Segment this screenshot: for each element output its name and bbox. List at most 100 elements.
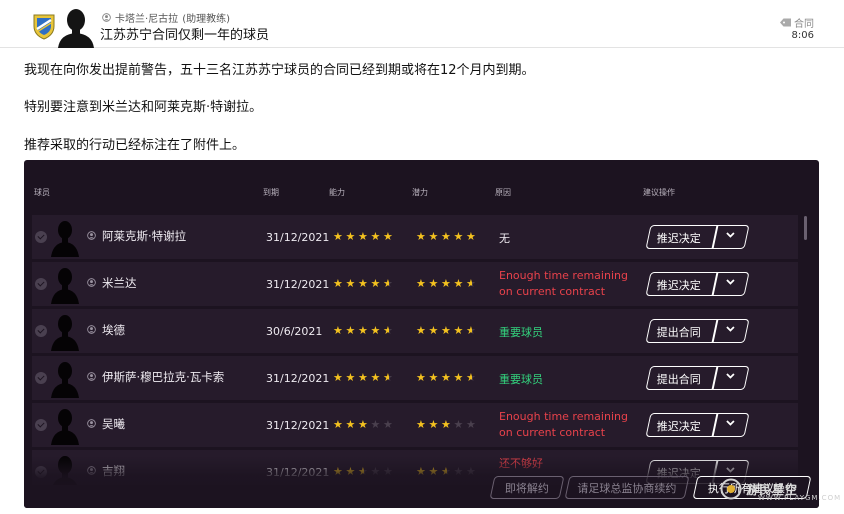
star-icon: ★ <box>441 324 451 337</box>
chevron-down-icon[interactable] <box>725 418 735 428</box>
row-select-checkbox[interactable] <box>35 231 47 243</box>
player-silhouette-icon <box>51 362 79 398</box>
column-header-potential[interactable]: 潜力 <box>412 187 428 198</box>
action-label: 提出合同 <box>656 326 701 339</box>
player-name[interactable]: 米兰达 <box>102 275 137 291</box>
star-icon: ★ <box>383 371 393 384</box>
body-paragraph-2: 特别要注意到米兰达和阿莱克斯·特谢拉。 <box>24 100 263 115</box>
chevron-down-icon[interactable] <box>725 324 735 334</box>
recommended-action-dropdown[interactable]: 推迟决定 <box>645 225 750 249</box>
contract-expiry-date: 30/6/2021 <box>266 325 323 338</box>
body-paragraph-3: 推荐采取的行动已经标注在了附件上。 <box>24 138 246 153</box>
star-icon: ★ <box>441 230 451 243</box>
tag-label: 合同 <box>794 19 814 30</box>
dropdown-divider <box>711 273 718 295</box>
star-icon: ★ <box>358 277 368 290</box>
column-header-ability[interactable]: 能力 <box>329 187 345 198</box>
contract-expiry-date: 31/12/2021 <box>266 372 330 385</box>
column-header-player[interactable]: 球员 <box>34 187 50 198</box>
message-time: 8:06 <box>791 30 814 41</box>
player-name[interactable]: 阿莱克斯·特谢拉 <box>102 228 186 244</box>
message-header: 卡塔兰·尼古拉 (助理教练) 江苏苏宁合同仅剩一年的球员 合同 8:06 <box>0 0 844 48</box>
action-label: 推迟决定 <box>656 420 701 433</box>
star-icon: ★ <box>370 324 381 337</box>
star-icon: ★ <box>453 277 464 290</box>
star-icon: ★ <box>345 277 356 290</box>
star-icon: ★ <box>441 371 451 384</box>
chevron-down-icon[interactable] <box>725 230 735 240</box>
contract-expiry-date: 31/12/2021 <box>266 419 330 432</box>
action-label: 推迟决定 <box>656 279 701 292</box>
table-row[interactable]: 埃德 30/6/2021 ★ ★ ★ ★ ★ ★ ★ ★ ★ ★ 重要球员 提出合同 <box>32 309 798 353</box>
release-button[interactable]: 即将解约 <box>489 476 565 499</box>
star-icon: ★ <box>370 371 381 384</box>
reason-text: 重要球员 <box>499 373 543 386</box>
chevron-down-icon[interactable] <box>725 371 735 381</box>
column-header-expiry[interactable]: 到期 <box>263 187 279 198</box>
reason-text: Enough time remaining on current contrac… <box>499 410 628 439</box>
star-icon: ★ <box>383 230 393 243</box>
column-header-action[interactable]: 建议操作 <box>643 187 675 198</box>
potential-stars: ★★★★★ <box>416 231 478 242</box>
sender-avatar-icon <box>58 9 94 48</box>
row-select-checkbox[interactable] <box>35 372 47 384</box>
star-icon: ★ <box>428 371 439 384</box>
club-badge-icon <box>33 14 55 40</box>
player-silhouette-icon <box>51 221 79 257</box>
star-icon: ★ <box>383 418 393 431</box>
person-icon <box>87 419 96 428</box>
ability-stars: ★★★★★ <box>333 278 395 289</box>
recommended-action-dropdown[interactable]: 推迟决定 <box>645 413 750 437</box>
sender-role: (助理教练) <box>182 14 230 25</box>
chevron-down-icon[interactable] <box>725 277 735 287</box>
star-icon: ★ <box>441 418 451 431</box>
watermark-logo-icon <box>720 478 742 500</box>
ask-director-button-label: 请足球总监协商续约 <box>577 482 677 495</box>
star-icon: ★ <box>333 371 343 384</box>
star-icon: ★ <box>383 324 393 337</box>
player-rows: 阿莱克斯·特谢拉 31/12/2021 ★ ★ ★ ★ ★ ★ ★ ★ ★ ★ 无推迟决定 米兰达 31/1… <box>32 215 798 485</box>
person-icon <box>87 325 96 334</box>
star-icon: ★ <box>345 371 356 384</box>
dropdown-divider <box>711 414 718 436</box>
player-name[interactable]: 吴曦 <box>102 416 125 432</box>
star-icon: ★ <box>416 371 426 384</box>
star-icon: ★ <box>333 230 343 243</box>
star-icon: ★ <box>358 371 368 384</box>
reason-text: 重要球员 <box>499 326 543 339</box>
recommended-action-dropdown[interactable]: 提出合同 <box>645 366 750 390</box>
star-icon: ★ <box>370 277 381 290</box>
player-name[interactable]: 伊斯萨·穆巴拉克·瓦卡索 <box>102 369 224 385</box>
table-row[interactable]: 米兰达 31/12/2021 ★ ★ ★ ★ ★ ★ ★ ★ ★ ★ Enough time remai… <box>32 262 798 306</box>
star-icon: ★ <box>466 277 476 290</box>
ability-stars: ★★★★★ <box>333 419 395 430</box>
contract-expiry-date: 31/12/2021 <box>266 231 330 244</box>
player-name[interactable]: 埃德 <box>102 322 125 338</box>
person-icon <box>87 372 96 381</box>
scrollbar-thumb[interactable] <box>804 216 807 240</box>
potential-stars: ★★★★★ <box>416 372 478 383</box>
star-icon: ★ <box>383 277 393 290</box>
table-row[interactable]: 吴曦 31/12/2021 ★ ★ ★ ★ ★ ★ ★ ★ ★ ★ Enough time remain… <box>32 403 798 447</box>
star-icon: ★ <box>466 324 476 337</box>
table-row[interactable]: 伊斯萨·穆巴拉克·瓦卡索 31/12/2021 ★ ★ ★ ★ ★ ★ ★ ★ ★ ★ 重要球员 提出合同 <box>32 356 798 400</box>
row-select-checkbox[interactable] <box>35 419 47 431</box>
star-icon: ★ <box>466 371 476 384</box>
star-icon: ★ <box>333 277 343 290</box>
message-subject: 江苏苏宁合同仅剩一年的球员 <box>100 28 270 43</box>
recommended-action-dropdown[interactable]: 提出合同 <box>645 319 750 343</box>
row-select-checkbox[interactable] <box>35 325 47 337</box>
watermark-subtext: WWW.PLAYGM.COM <box>758 494 842 502</box>
row-select-checkbox[interactable] <box>35 278 47 290</box>
star-icon: ★ <box>466 230 476 243</box>
dropdown-divider <box>711 367 718 389</box>
person-icon <box>87 231 96 240</box>
column-header-reason[interactable]: 原因 <box>495 187 511 198</box>
action-label: 推迟决定 <box>656 232 701 245</box>
sender-name[interactable]: 卡塔兰·尼古拉 <box>115 10 178 25</box>
table-row[interactable]: 阿莱克斯·特谢拉 31/12/2021 ★ ★ ★ ★ ★ ★ ★ ★ ★ ★ 无推迟决定 <box>32 215 798 259</box>
star-icon: ★ <box>416 277 426 290</box>
star-icon: ★ <box>333 324 343 337</box>
recommended-action-dropdown[interactable]: 推迟决定 <box>645 272 750 296</box>
ask-director-renew-button[interactable]: 请足球总监协商续约 <box>564 476 690 499</box>
